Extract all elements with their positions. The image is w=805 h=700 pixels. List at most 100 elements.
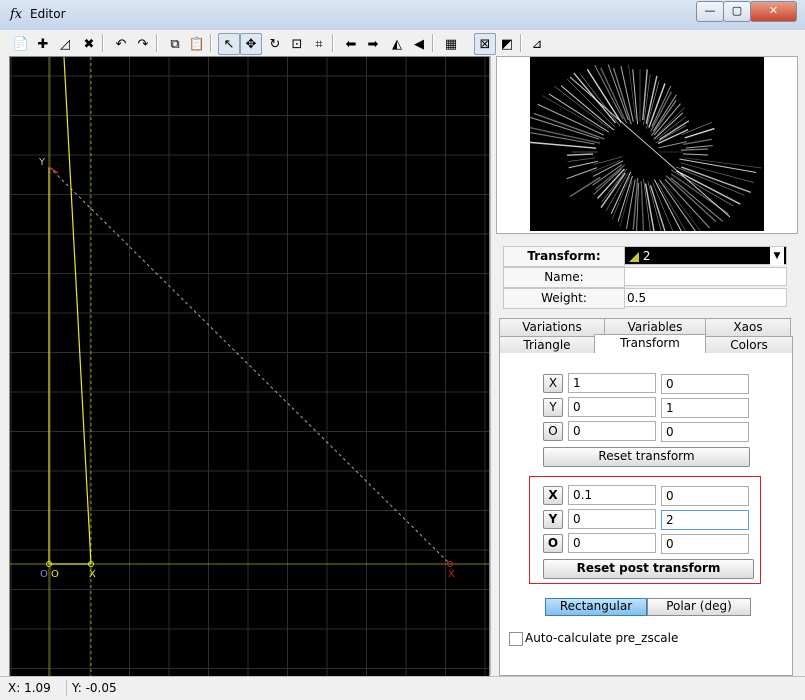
flame-ray bbox=[682, 153, 708, 156]
fit-icon[interactable]: ⌗ bbox=[308, 33, 330, 55]
preview-image bbox=[517, 57, 764, 241]
window-title: Editor bbox=[30, 7, 66, 21]
triangle-edge-1[interactable] bbox=[63, 57, 92, 565]
polar-toggle[interactable]: Polar (deg) bbox=[647, 598, 751, 616]
minimize-button[interactable]: — bbox=[696, 1, 724, 22]
post-o-b-field[interactable]: 0 bbox=[661, 534, 749, 554]
toolbar: 📄 ✚ ◿ ✖ ↶ ↷ ⧉ 📋 ↖ ✥ ↻ ⊡ ⌗ ⬅ ➡ ◭ ◀ ▦ ⊠ ◩ ⊿ bbox=[0, 30, 805, 56]
flame-ray bbox=[568, 160, 599, 169]
flame-ray bbox=[670, 177, 724, 222]
select-pointer-icon[interactable]: ↖ bbox=[218, 33, 240, 55]
flame-ray bbox=[664, 178, 710, 229]
auto-calculate-checkbox[interactable] bbox=[509, 632, 523, 646]
pre-x-a-field[interactable]: 1 bbox=[568, 373, 656, 393]
flame-ray bbox=[566, 78, 615, 127]
paste-icon[interactable]: 📋 bbox=[186, 33, 208, 55]
rotate-icon[interactable]: ↻ bbox=[264, 33, 286, 55]
maximize-button[interactable]: ▢ bbox=[723, 1, 751, 22]
canvas-svg[interactable]: Y X O X O bbox=[10, 57, 489, 676]
weight-field[interactable]: 0.5 bbox=[624, 288, 787, 307]
toolbar-separator bbox=[332, 34, 334, 52]
flame-ray bbox=[645, 75, 658, 124]
flame-ray bbox=[640, 180, 645, 235]
canvas-grid bbox=[10, 57, 489, 676]
transform-label: Transform: bbox=[503, 246, 625, 267]
triangle-icon bbox=[629, 251, 639, 262]
transform-value: 2 bbox=[642, 249, 651, 263]
pre-y-b-field[interactable]: 1 bbox=[661, 398, 749, 418]
pre-o-button[interactable]: O bbox=[543, 422, 563, 441]
reset-post-transform-button[interactable]: Reset post transform bbox=[543, 559, 754, 579]
tab-xaos[interactable]: Xaos bbox=[705, 318, 791, 337]
flame-ray bbox=[658, 141, 687, 149]
reset-transform-button[interactable]: Reset transform bbox=[543, 447, 750, 467]
pre-o-a-field[interactable]: 0 bbox=[568, 421, 656, 441]
rectangular-toggle[interactable]: Rectangular bbox=[545, 598, 647, 616]
status-x: X: 1.09 bbox=[4, 680, 67, 696]
transform-select[interactable]: 2 ▼ bbox=[624, 246, 787, 265]
flame-ray bbox=[685, 145, 713, 149]
move-icon[interactable]: ✥ bbox=[240, 33, 262, 55]
duplicate-transform-icon[interactable]: ◿ bbox=[54, 33, 76, 55]
flame-ray bbox=[680, 148, 708, 151]
post-y-a-field[interactable]: 0 bbox=[568, 509, 656, 529]
pre-y-a-field[interactable]: 0 bbox=[568, 397, 656, 417]
transform-row: Transform: 2 ▼ bbox=[503, 246, 789, 267]
origin-vertex-label: O bbox=[51, 569, 59, 580]
post-x-button[interactable]: X bbox=[543, 486, 563, 505]
undo-icon[interactable]: ↶ bbox=[110, 33, 132, 55]
pre-transform-toggle-icon[interactable]: ◩ bbox=[496, 33, 518, 55]
post-x-b-field[interactable]: 0 bbox=[661, 486, 749, 506]
flame-ray bbox=[569, 76, 731, 218]
redo-icon[interactable]: ↷ bbox=[132, 33, 154, 55]
options-icon[interactable]: ⊿ bbox=[526, 33, 548, 55]
flame-ray bbox=[681, 121, 713, 136]
fractal-preview bbox=[496, 56, 798, 241]
post-triangle-dashed-edge bbox=[48, 166, 451, 565]
post-y-b-field[interactable]: 2 bbox=[661, 510, 749, 530]
post-x-vertex-label: X bbox=[448, 569, 455, 580]
tab-transform[interactable]: Transform bbox=[594, 334, 706, 354]
post-x-a-field[interactable]: 0.1 bbox=[568, 485, 656, 505]
copy-icon[interactable]: ⧉ bbox=[164, 33, 186, 55]
post-o-button[interactable]: O bbox=[543, 534, 563, 553]
post-transform-toggle-icon[interactable]: ⊠ bbox=[474, 33, 496, 55]
flip-vertical-icon[interactable]: ◀ bbox=[408, 33, 430, 55]
y-vertex-label: Y bbox=[38, 157, 46, 168]
pre-y-button[interactable]: Y bbox=[543, 398, 563, 417]
grid-icon[interactable]: ▦ bbox=[440, 33, 462, 55]
post-origin-label: O bbox=[40, 569, 48, 580]
weight-label: Weight: bbox=[503, 288, 625, 309]
post-o-a-field[interactable]: 0 bbox=[568, 533, 656, 553]
flame-ray bbox=[683, 138, 713, 146]
flip-horizontal-icon[interactable]: ◭ bbox=[386, 33, 408, 55]
status-y: Y: -0.05 bbox=[72, 681, 117, 695]
pre-x-b-field[interactable]: 0 bbox=[661, 374, 749, 394]
new-icon[interactable]: 📄 bbox=[10, 33, 32, 55]
tab-variations[interactable]: Variations bbox=[499, 318, 605, 337]
triangle-canvas[interactable]: Y X O X O bbox=[9, 56, 490, 677]
rotate-left-icon[interactable]: ⬅ bbox=[340, 33, 362, 55]
toolbar-separator bbox=[520, 34, 522, 52]
rotate-right-icon[interactable]: ➡ bbox=[362, 33, 384, 55]
name-row: Name: bbox=[503, 267, 789, 288]
toolbar-separator bbox=[102, 34, 104, 52]
toolbar-separator bbox=[432, 34, 434, 52]
x-vertex-label: X bbox=[89, 569, 96, 580]
pre-x-button[interactable]: X bbox=[543, 374, 563, 393]
flame-render bbox=[517, 64, 762, 241]
name-field[interactable] bbox=[624, 267, 787, 286]
chevron-down-icon[interactable]: ▼ bbox=[770, 247, 784, 265]
weight-row: Weight: 0.5 bbox=[503, 288, 789, 309]
close-button[interactable]: ✕ bbox=[750, 1, 797, 22]
delete-transform-icon[interactable]: ✖ bbox=[78, 33, 100, 55]
flame-ray bbox=[652, 182, 676, 239]
add-transform-icon[interactable]: ✚ bbox=[32, 33, 54, 55]
name-label: Name: bbox=[503, 267, 625, 288]
flame-ray bbox=[607, 64, 629, 121]
scale-icon[interactable]: ⊡ bbox=[286, 33, 308, 55]
flame-ray bbox=[567, 153, 594, 156]
post-y-button[interactable]: Y bbox=[543, 510, 563, 529]
pre-o-b-field[interactable]: 0 bbox=[661, 422, 749, 442]
flame-ray bbox=[684, 127, 715, 139]
